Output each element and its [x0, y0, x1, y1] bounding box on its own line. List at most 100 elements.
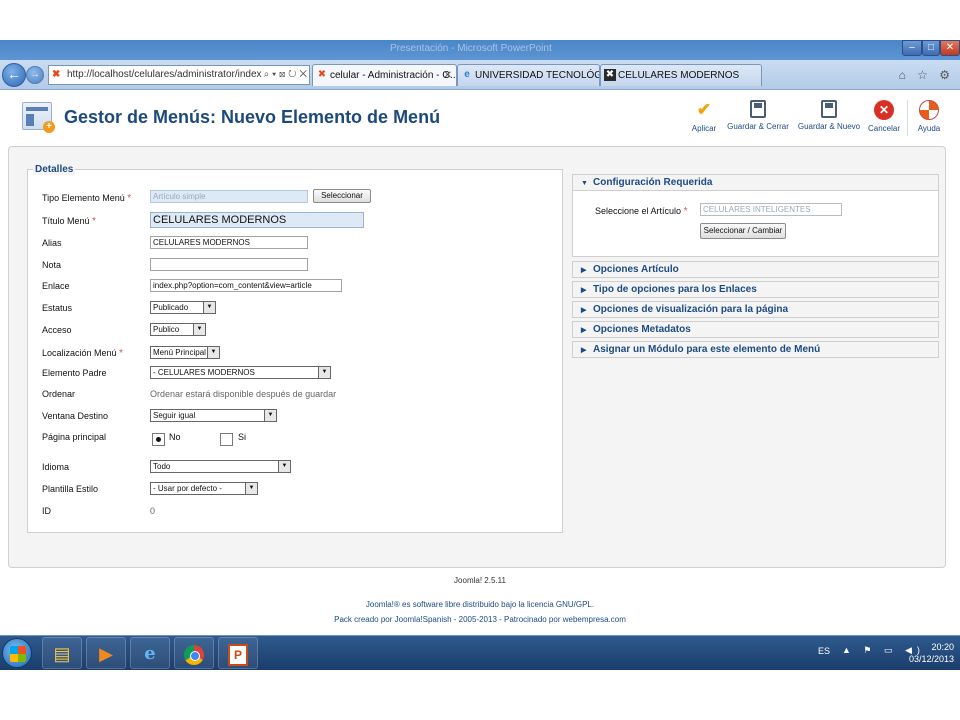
- id-value: 0: [150, 506, 156, 516]
- label-localizacion: Localización Menú *: [42, 348, 123, 359]
- plantilla-select[interactable]: - Usar por defecto - ▼: [150, 482, 258, 495]
- accordion-asignar-modulo[interactable]: ▶ Asignar un Módulo para este elemento de…: [572, 341, 939, 358]
- triangle-right-icon: ▶: [581, 287, 587, 294]
- taskbar-media-player[interactable]: ▶: [86, 637, 126, 669]
- estatus-select[interactable]: Publicado ▼: [150, 301, 216, 314]
- page-toolbar: + Gestor de Menús: Nuevo Elemento de Men…: [14, 96, 946, 140]
- check-icon: ✔: [696, 100, 712, 119]
- joomla-icon: ✖: [604, 69, 616, 81]
- browser-tab-admin[interactable]: ✖ celular - Administración - G... ✕: [312, 64, 457, 86]
- dropdown-arrow-icon: ▼: [207, 347, 219, 358]
- padre-select[interactable]: - CELULARES MODERNOS ▼: [150, 366, 331, 379]
- back-button[interactable]: ←: [2, 63, 26, 87]
- address-bar[interactable]: ✖ http://localhost/celulares/administrat…: [48, 65, 310, 85]
- accordion-metadatos[interactable]: ▶ Opciones Metadatos: [572, 321, 939, 338]
- minimize-button[interactable]: –: [902, 40, 922, 56]
- label-nota: Nota: [42, 260, 62, 270]
- select-change-button[interactable]: Seleccionar / Cambiar: [700, 223, 786, 239]
- alias-field[interactable]: CELULARES MODERNOS: [150, 236, 308, 249]
- toolbar-divider: [907, 100, 908, 136]
- browser-tab-celulares[interactable]: ✖ CELULARES MODERNOS: [600, 64, 762, 86]
- ventana-select[interactable]: Seguir igual ▼: [150, 409, 277, 422]
- save-new-icon: [821, 100, 837, 118]
- triangle-right-icon: ▶: [581, 327, 587, 334]
- config-required-header[interactable]: ▼ Configuración Requerida: [572, 174, 939, 191]
- triangle-right-icon: ▶: [581, 307, 587, 314]
- footer-license[interactable]: Joomla!® es software libre distribuido b…: [0, 600, 960, 609]
- taskbar-powerpoint[interactable]: P: [218, 637, 258, 669]
- close-tab-icon[interactable]: ✕: [444, 65, 452, 86]
- joomla-icon: ✖: [52, 69, 61, 80]
- apply-button[interactable]: ✔ Aplicar: [687, 96, 721, 140]
- label-principal: Página principal: [42, 432, 107, 442]
- ie-icon: e: [144, 643, 156, 664]
- label-ordenar: Ordenar: [42, 389, 76, 399]
- clock[interactable]: 20:20 03/12/2013: [909, 641, 954, 665]
- label-id: ID: [42, 506, 51, 516]
- windows-logo-icon: [10, 646, 26, 662]
- dropdown-arrow-icon: ▼: [193, 324, 205, 335]
- label-estatus: Estatus: [42, 303, 73, 313]
- details-legend: Detalles: [33, 164, 76, 175]
- dropdown-arrow-icon: ▼: [245, 483, 257, 494]
- form-container: Tipo Elemento Menú * Artículo simple Sel…: [8, 146, 946, 568]
- accordion-opciones-articulo[interactable]: ▶ Opciones Artículo: [572, 261, 939, 278]
- config-required-panel: Seleccione el Artículo * CELULARES INTEL…: [572, 191, 939, 257]
- label-tipo: Tipo Elemento Menú *: [42, 193, 132, 204]
- tab-label: CELULARES MODERNOS: [618, 70, 740, 81]
- label-acceso: Acceso: [42, 325, 72, 335]
- nota-field[interactable]: [150, 258, 308, 271]
- enlace-field: index.php?option=com_content&view=articl…: [150, 279, 342, 292]
- localizacion-select[interactable]: Menú Principal ▼: [150, 346, 220, 359]
- label-titulo: Título Menú *: [42, 216, 96, 227]
- taskbar-chrome[interactable]: [174, 637, 214, 669]
- joomla-admin-page: + Gestor de Menús: Nuevo Elemento de Men…: [0, 90, 960, 635]
- label-idioma: Idioma: [42, 462, 70, 472]
- powerpoint-icon: P: [228, 644, 248, 667]
- principal-si-label: Si: [238, 432, 247, 442]
- taskbar-internet-explorer[interactable]: e: [130, 637, 170, 669]
- window-titlebar: Presentación - Microsoft PowerPoint – □ …: [0, 40, 960, 60]
- address-tools-icons[interactable]: ⌕ ▾ ⊠ ↻ ✕: [261, 66, 307, 84]
- lifebuoy-icon: [919, 100, 939, 120]
- chrome-icon: [184, 645, 204, 666]
- cancel-button[interactable]: ✕ Cancelar: [866, 96, 902, 140]
- page-title: Gestor de Menús: Nuevo Elemento de Menú: [64, 107, 441, 127]
- select-type-button[interactable]: Seleccionar: [313, 189, 371, 203]
- menu-manager-icon: +: [22, 102, 55, 133]
- titulo-field[interactable]: CELULARES MODERNOS: [150, 212, 364, 228]
- label-padre: Elemento Padre: [42, 368, 107, 378]
- folder-icon: ▤: [53, 644, 71, 664]
- forward-button[interactable]: →: [26, 66, 44, 84]
- tipo-field: Artículo simple: [150, 190, 308, 203]
- browser-tab-universidad[interactable]: e UNIVERSIDAD TECNOLÓGICA ...: [457, 64, 600, 86]
- save-close-button[interactable]: Guardar & Cerrar: [726, 96, 790, 140]
- taskbar-explorer[interactable]: ▤: [42, 637, 82, 669]
- window-title: Presentación - Microsoft PowerPoint: [390, 43, 552, 54]
- accordion-tipo-enlaces[interactable]: ▶ Tipo de opciones para los Enlaces: [572, 281, 939, 298]
- home-star-gear-icons[interactable]: ⌂ ☆ ⚙: [899, 68, 954, 82]
- accordion-visualizacion[interactable]: ▶ Opciones de visualización para la págin…: [572, 301, 939, 318]
- principal-no-radio[interactable]: [152, 433, 165, 446]
- clock-time: 20:20: [931, 642, 954, 652]
- triangle-right-icon: ▶: [581, 347, 587, 354]
- start-button[interactable]: [2, 638, 32, 668]
- principal-si-radio[interactable]: [220, 433, 233, 446]
- save-icon: [750, 100, 766, 118]
- footer-version: Joomla! 2.5.11: [454, 576, 506, 585]
- tab-label: celular - Administración - G...: [330, 70, 457, 81]
- principal-no-label: No: [169, 432, 181, 442]
- article-label: Seleccione el Artículo *: [595, 206, 688, 217]
- maximize-button[interactable]: □: [922, 40, 940, 56]
- language-indicator[interactable]: ES: [818, 646, 830, 656]
- help-button[interactable]: Ayuda: [914, 96, 944, 140]
- idioma-select[interactable]: Todo ▼: [150, 460, 291, 473]
- save-new-button[interactable]: Guardar & Nuevo: [796, 96, 862, 140]
- arrow-right-icon: →: [30, 69, 40, 80]
- address-url: http://localhost/celulares/administrator…: [67, 69, 270, 80]
- footer-pack[interactable]: Pack creado por Joomla!Spanish - 2005-20…: [0, 615, 960, 624]
- label-enlace: Enlace: [42, 281, 70, 291]
- acceso-select[interactable]: Publico ▼: [150, 323, 206, 336]
- dropdown-arrow-icon: ▼: [278, 461, 290, 472]
- close-window-button[interactable]: ✕: [940, 40, 960, 56]
